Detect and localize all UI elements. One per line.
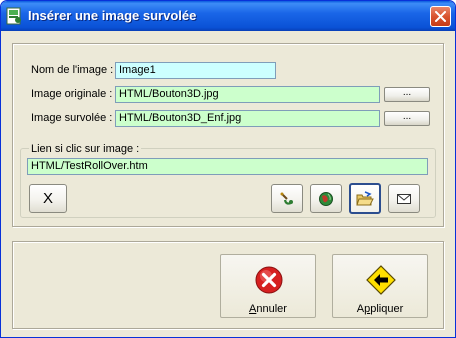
close-icon xyxy=(435,11,446,22)
open-file-button[interactable] xyxy=(349,183,381,214)
nom-input[interactable]: Image1 xyxy=(115,62,276,79)
globe-icon xyxy=(319,191,333,206)
annuler-label: Annuler xyxy=(249,303,287,315)
cancel-icon xyxy=(255,266,283,294)
nom-label: Nom de l'image : xyxy=(31,64,114,76)
clear-button[interactable]: X xyxy=(29,184,67,213)
originale-label: Image originale : xyxy=(31,88,113,100)
open-folder-icon xyxy=(356,190,374,205)
browse-survolee-button[interactable]: ... xyxy=(384,111,430,126)
apply-arrow-icon xyxy=(366,265,396,295)
survolee-label: Image survolée : xyxy=(31,112,113,124)
web-button[interactable] xyxy=(310,184,342,213)
survolee-input[interactable]: HTML/Bouton3D_Enf.jpg xyxy=(115,110,380,127)
appliquer-button[interactable]: Appliquer xyxy=(332,254,428,318)
link-anchor-icon xyxy=(280,192,293,205)
mail-icon xyxy=(397,193,411,204)
title-bar[interactable]: Insérer une image survolée xyxy=(1,1,455,31)
window-title: Insérer une image survolée xyxy=(28,8,197,23)
email-button[interactable] xyxy=(388,184,420,213)
originale-input[interactable]: HTML/Bouton3D.jpg xyxy=(115,86,380,103)
appliquer-label: Appliquer xyxy=(356,303,404,315)
close-button[interactable] xyxy=(430,6,451,27)
dialog-window: Insérer une image survolée Nom de l'imag… xyxy=(0,0,456,338)
clear-label: X xyxy=(42,190,53,207)
app-icon xyxy=(6,7,21,25)
annuler-button[interactable]: Annuler xyxy=(220,254,316,318)
lien-label: Lien si clic sur image : xyxy=(29,143,142,155)
link-button[interactable] xyxy=(271,184,303,213)
browse-originale-button[interactable]: ... xyxy=(384,87,430,102)
lien-input[interactable]: HTML/TestRollOver.htm xyxy=(27,158,428,175)
